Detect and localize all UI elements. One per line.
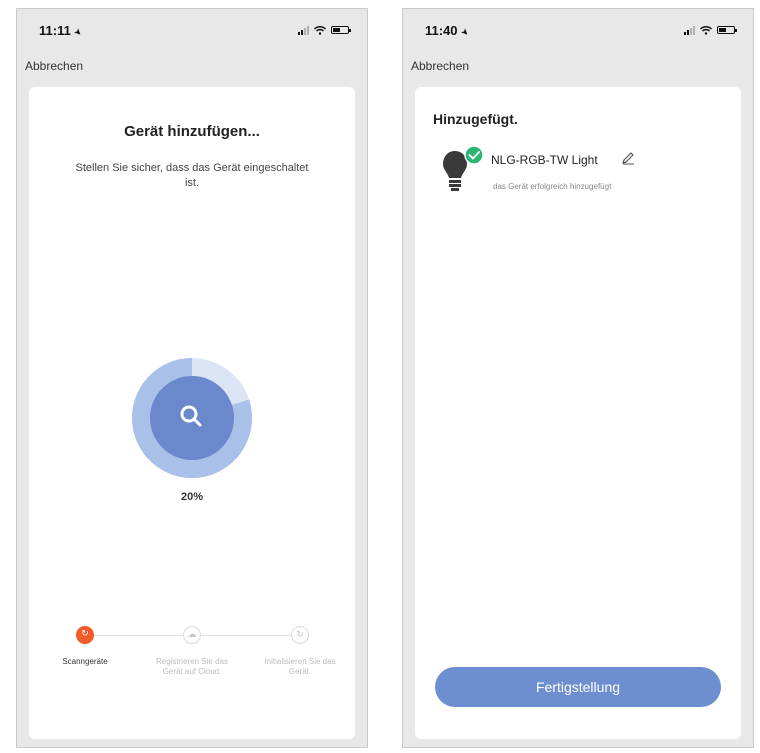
step-label-scan: Scanngeräte: [62, 657, 108, 666]
location-arrow-icon: ➤: [458, 25, 471, 39]
wifi-icon: [700, 25, 712, 35]
battery-icon: [717, 26, 737, 34]
phone-screen-adding: 11:11➤ Abbrechen Gerät hinzufügen... Ste…: [16, 8, 368, 748]
page-title: Hinzugefügt.: [433, 111, 518, 127]
step-cloud-icon: ☁: [183, 626, 201, 644]
content-card: Hinzugefügt. NLG-RGB-TW Light das Gerät …: [415, 87, 741, 739]
content-card: Gerät hinzufügen... Stellen Sie sicher, …: [29, 87, 355, 739]
edit-pencil-icon[interactable]: [621, 151, 635, 165]
wifi-icon: [314, 25, 326, 35]
progress-percent: 20%: [180, 491, 204, 503]
step-label-initialize: Initialisieren Sie das Gerät.: [264, 657, 336, 676]
checkmark-icon: [464, 145, 484, 165]
device-name: NLG-RGB-TW Light: [491, 153, 598, 167]
scan-progress-indicator: [131, 357, 253, 479]
cellular-signal-icon: [684, 25, 695, 35]
scan-progress-ring: [132, 358, 252, 478]
cancel-button[interactable]: Abbrechen: [25, 59, 83, 73]
cellular-signal-icon: [298, 25, 309, 35]
cancel-button[interactable]: Abbrechen: [411, 59, 469, 73]
status-icons: [298, 25, 351, 35]
status-bar: 11:11➤: [17, 21, 367, 41]
status-bar: 11:40➤: [403, 21, 753, 41]
status-icons: [684, 25, 737, 35]
step-label-register: Registrieren Sie das Gerät auf Cloud.: [155, 657, 229, 676]
step-init-icon: ↻: [291, 626, 309, 644]
device-status-text: das Gerät erfolgreich hinzugefügt: [493, 182, 612, 191]
status-time: 11:11➤: [39, 23, 85, 39]
battery-icon: [331, 26, 351, 34]
page-title: Gerät hinzufügen...: [124, 123, 260, 140]
finish-button[interactable]: Fertigstellung: [435, 667, 721, 707]
location-arrow-icon: ➤: [71, 25, 85, 39]
instruction-text: Stellen Sie sicher, dass das Gerät einge…: [75, 162, 309, 189]
status-time: 11:40➤: [425, 23, 471, 39]
device-item[interactable]: [441, 145, 485, 195]
step-scan-icon: ↻: [76, 626, 94, 644]
phone-screen-added: 11:40➤ Abbrechen Hinzugefügt. NLG-RGB-TW…: [402, 8, 754, 748]
lightbulb-icon: [443, 145, 484, 191]
